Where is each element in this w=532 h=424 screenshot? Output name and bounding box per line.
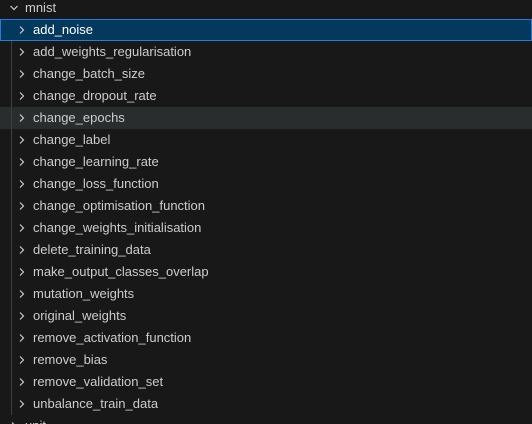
indent-guide — [11, 393, 12, 415]
folder-unit[interactable]: unit — [0, 415, 532, 424]
folder-label: unit — [25, 415, 46, 424]
tree-item-add-noise[interactable]: add_noise — [0, 19, 532, 41]
indent-guide — [11, 129, 12, 151]
indent-guide — [11, 371, 12, 393]
tree-item-change-learning-rate[interactable]: change_learning_rate — [0, 151, 532, 173]
tree-item-label: change_weights_initialisation — [33, 220, 202, 235]
chevron-right-icon[interactable] — [14, 63, 30, 85]
tree-item-add-weights-regularisation[interactable]: add_weights_regularisation — [0, 41, 532, 63]
tree-item-change-label[interactable]: change_label — [0, 129, 532, 151]
tree-item-label: remove_bias — [33, 352, 108, 367]
tree-item-label: change_label — [33, 132, 111, 147]
tree-item-label: make_output_classes_overlap — [33, 264, 209, 279]
tree-item-make-output-classes-overlap[interactable]: make_output_classes_overlap — [0, 261, 532, 283]
tree-item-label: mutation_weights — [33, 286, 135, 301]
indent-guide — [11, 261, 12, 283]
tree-item-remove-bias[interactable]: remove_bias — [0, 349, 532, 371]
chevron-right-icon[interactable] — [14, 261, 30, 283]
indent-guide — [11, 107, 12, 129]
indent-guide — [11, 283, 12, 305]
indent-guide — [11, 41, 12, 63]
chevron-right-icon[interactable] — [14, 371, 30, 393]
chevron-right-icon[interactable] — [14, 393, 30, 415]
chevron-right-icon[interactable] — [14, 195, 30, 217]
chevron-right-icon[interactable] — [14, 107, 30, 129]
chevron-right-icon[interactable] — [14, 239, 30, 261]
tree-item-label: delete_training_data — [33, 242, 151, 257]
chevron-right-icon[interactable] — [6, 415, 22, 424]
indent-guide — [11, 173, 12, 195]
tree-item-label: original_weights — [33, 308, 127, 323]
folder-mnist[interactable]: mnist — [0, 0, 532, 19]
indent-guide — [11, 327, 12, 349]
tree-item-label: change_epochs — [33, 110, 125, 125]
chevron-right-icon[interactable] — [14, 151, 30, 173]
tree-item-label: remove_validation_set — [33, 374, 164, 389]
indent-guide — [11, 151, 12, 173]
tree-item-label: change_learning_rate — [33, 154, 159, 169]
tree-item-change-batch-size[interactable]: change_batch_size — [0, 63, 532, 85]
indent-guide — [11, 305, 12, 327]
tree-item-label: add_weights_regularisation — [33, 44, 192, 59]
tree-item-change-epochs[interactable]: change_epochs — [0, 107, 532, 129]
chevron-right-icon[interactable] — [14, 41, 30, 63]
tree-item-label: change_dropout_rate — [33, 88, 157, 103]
tree-item-change-dropout-rate[interactable]: change_dropout_rate — [0, 85, 532, 107]
file-explorer-tree: mnist add_noise add_weights_regularisatio… — [0, 0, 532, 424]
chevron-right-icon[interactable] — [14, 173, 30, 195]
tree-item-mutation-weights[interactable]: mutation_weights — [0, 283, 532, 305]
indent-guide — [11, 349, 12, 371]
chevron-right-icon[interactable] — [14, 305, 30, 327]
tree-item-remove-activation-function[interactable]: remove_activation_function — [0, 327, 532, 349]
tree-item-remove-validation-set[interactable]: remove_validation_set — [0, 371, 532, 393]
tree-item-label: change_batch_size — [33, 66, 146, 81]
chevron-right-icon[interactable] — [14, 327, 30, 349]
chevron-right-icon[interactable] — [14, 19, 30, 41]
tree-item-change-optimisation-function[interactable]: change_optimisation_function — [0, 195, 532, 217]
folder-children: add_noise add_weights_regularisationchang… — [0, 19, 532, 415]
indent-guide — [11, 217, 12, 239]
tree-item-label: unbalance_train_data — [33, 396, 159, 411]
tree-item-label: change_loss_function — [33, 176, 159, 191]
tree-item-change-weights-initialisation[interactable]: change_weights_initialisation — [0, 217, 532, 239]
chevron-right-icon[interactable] — [14, 217, 30, 239]
indent-guide — [11, 195, 12, 217]
chevron-right-icon[interactable] — [14, 349, 30, 371]
indent-guide — [11, 239, 12, 261]
tree-item-change-loss-function[interactable]: change_loss_function — [0, 173, 532, 195]
tree-item-label: remove_activation_function — [33, 330, 192, 345]
indent-guide — [11, 63, 12, 85]
chevron-right-icon[interactable] — [14, 283, 30, 305]
tree-item-label: add_noise — [33, 22, 93, 37]
folder-label: mnist — [25, 0, 57, 15]
indent-guide — [11, 85, 12, 107]
tree-item-unbalance-train-data[interactable]: unbalance_train_data — [0, 393, 532, 415]
chevron-right-icon[interactable] — [14, 129, 30, 151]
chevron-right-icon[interactable] — [14, 85, 30, 107]
tree-item-original-weights[interactable]: original_weights — [0, 305, 532, 327]
tree-item-label: change_optimisation_function — [33, 198, 206, 213]
tree-item-delete-training-data[interactable]: delete_training_data — [0, 239, 532, 261]
chevron-down-icon[interactable] — [6, 0, 22, 19]
